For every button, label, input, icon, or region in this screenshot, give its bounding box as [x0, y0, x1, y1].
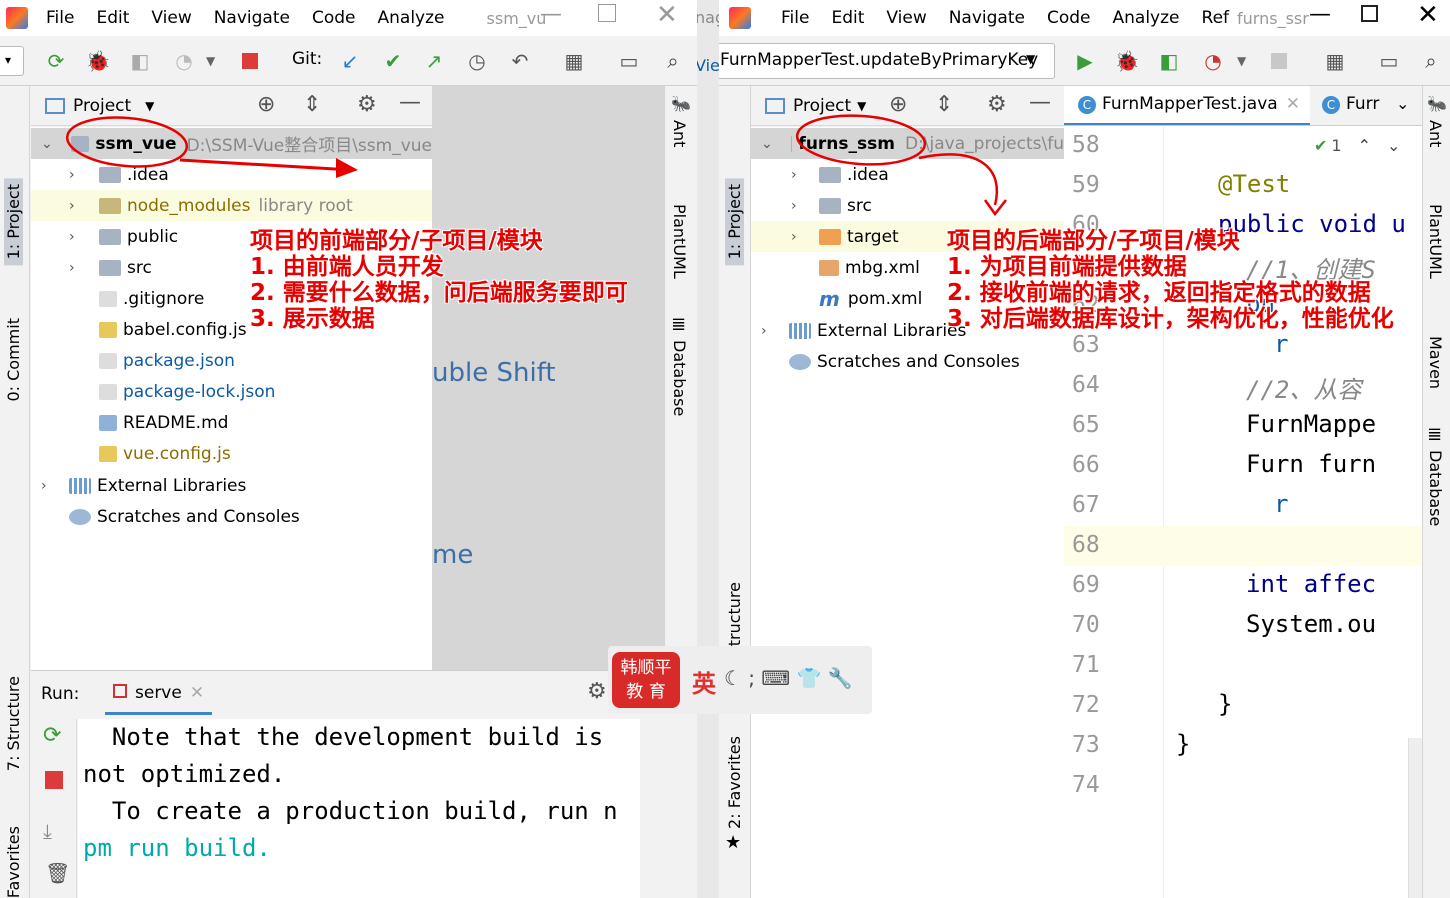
annotation-line: 2. 接收前端的请求，返回指定格式的数据 [947, 280, 1371, 306]
ime-brand-logo: 韩顺平 教 育 [612, 652, 680, 708]
right-ide-window: File Edit View Navigate Code Analyze Ref… [719, 0, 1450, 898]
background-window-strip: nag Vie [697, 0, 719, 898]
annotation-line: 3. 对后端数据库设计，架构优化，性能优化 [947, 306, 1394, 332]
frontend-annotation: 项目的前端部分/子项目/模块 1. 由前端人员开发 2. 需要什么数据，问后端服… [250, 228, 628, 332]
annotation-line: 项目的前端部分/子项目/模块 [250, 228, 543, 254]
right-annotation-marks [795, 114, 1007, 217]
annotation-line: 项目的后端部分/子项目/模块 [947, 228, 1240, 254]
background-text: Vie [697, 56, 719, 75]
ime-brand-text: 教 育 [626, 682, 666, 702]
ime-language-toggle[interactable]: 英 [692, 664, 716, 699]
ime-toolbar[interactable]: 韩顺平 教 育 英 ☾ ; ⌨ 👕 🔧 [608, 646, 872, 714]
annotation-line: 1. 为项目前端提供数据 [947, 254, 1187, 280]
left-ide-window: File Edit View Navigate Code Analyze ssm… [0, 0, 697, 898]
annotation-line: 2. 需要什么数据，问后端服务要即可 [250, 280, 628, 306]
background-text: nag [697, 8, 719, 27]
ime-symbol-icons[interactable]: ☾ ; ⌨ 👕 🔧 [724, 666, 853, 690]
annotation-line: 1. 由前端人员开发 [250, 254, 444, 280]
ime-brand-text: 韩顺平 [620, 658, 672, 678]
annotation-line: 3. 展示数据 [250, 306, 375, 332]
backend-annotation: 项目的后端部分/子项目/模块 1. 为项目前端提供数据 2. 接收前端的请求，返… [947, 228, 1394, 332]
left-annotation-marks [65, 116, 358, 178]
